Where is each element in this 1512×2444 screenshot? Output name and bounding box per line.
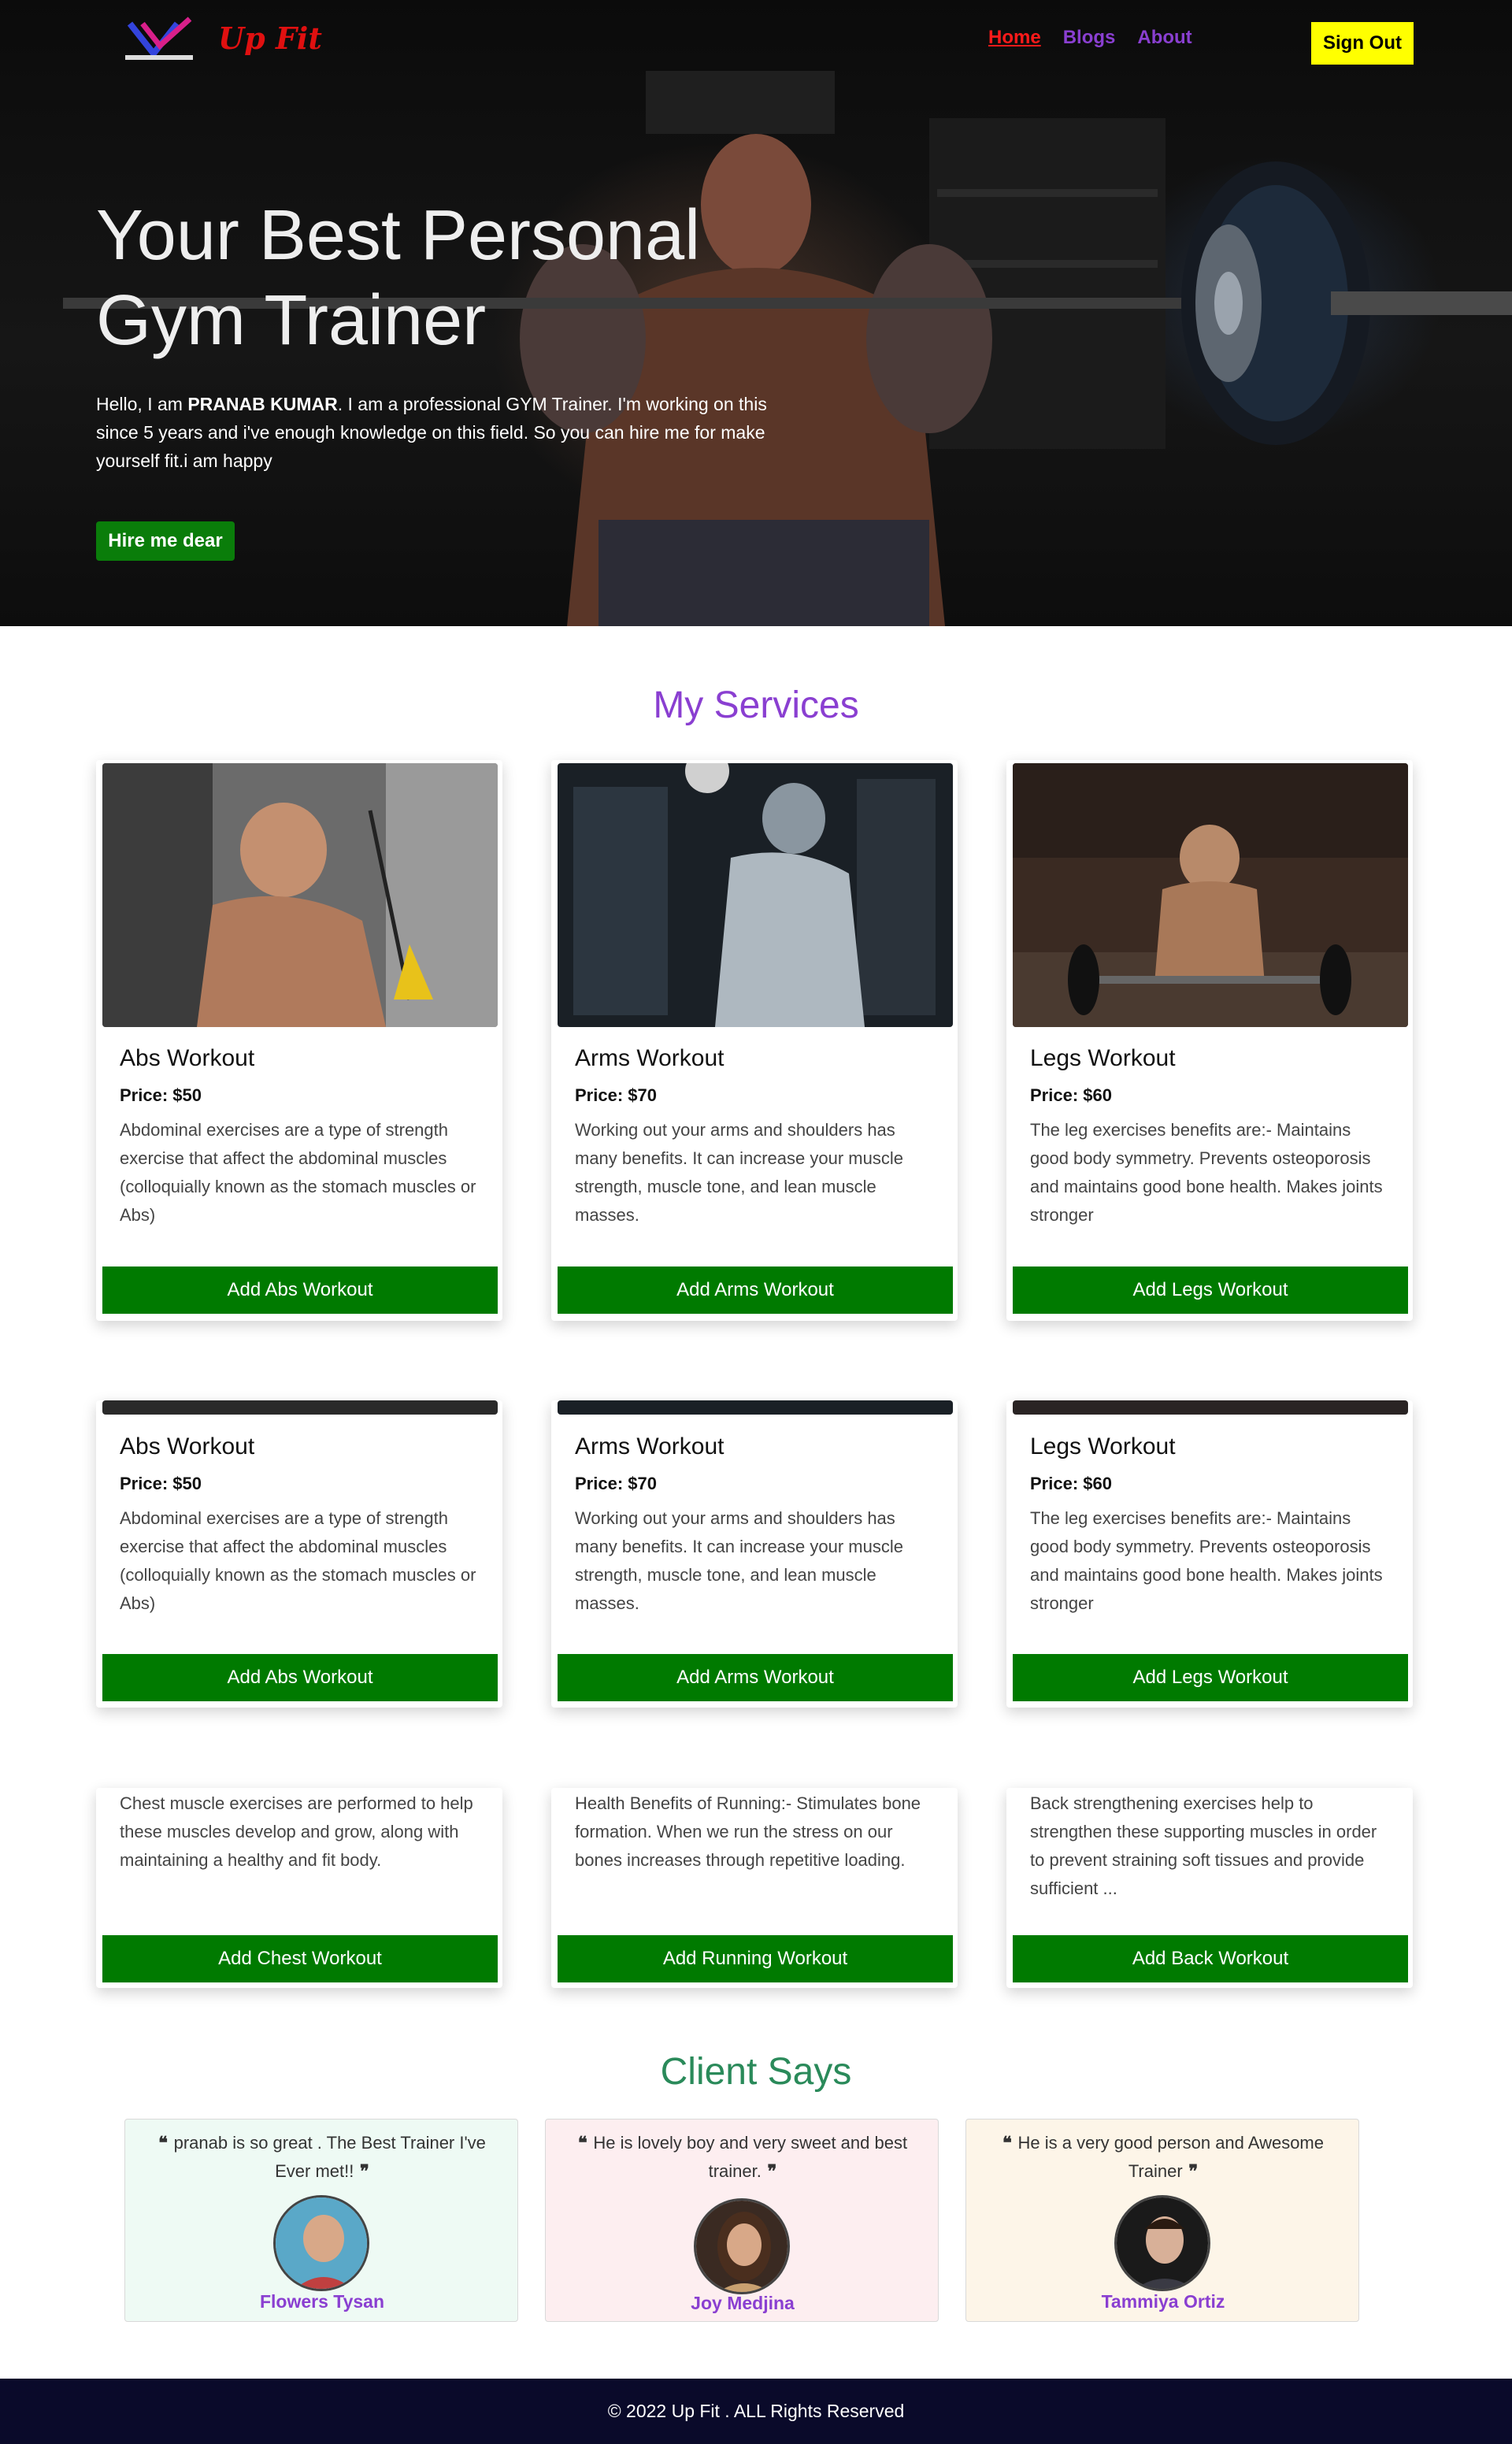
service-description: Abdominal exercises are a type of streng… bbox=[120, 1120, 476, 1225]
services-title: My Services bbox=[653, 684, 859, 726]
service-card-abs: Abs Workout Price: $50 Abdominal exercis… bbox=[96, 760, 502, 1321]
service-price: Price: $50 bbox=[120, 1474, 202, 1493]
service-card-arms-2: Arms Workout Price: $70 Working out your… bbox=[551, 1400, 958, 1708]
hero-intro-prefix: Hello, I am bbox=[96, 394, 188, 414]
abs-workout-image bbox=[102, 763, 498, 1027]
hero-title-line-1: Your Best Personal bbox=[96, 196, 701, 275]
service-description: Working out your arms and shoulders has … bbox=[575, 1508, 903, 1613]
copyright-text: © 2022 Up Fit . ALL Rights Reserved bbox=[607, 2401, 905, 2421]
client-name: Tammiya Ortiz bbox=[1101, 2291, 1225, 2312]
top-navbar: Up Fit Home Blogs About Sign Out bbox=[0, 0, 1512, 79]
service-price: Price: $60 bbox=[1030, 1085, 1112, 1105]
open-quote-icon: ❝ bbox=[577, 2133, 594, 2153]
add-back-workout-button[interactable]: Add Back Workout bbox=[1013, 1935, 1408, 1982]
nav-link-about[interactable]: About bbox=[1137, 27, 1191, 49]
hero-section: Up Fit Home Blogs About Sign Out Your Be… bbox=[0, 0, 1512, 626]
add-arms-workout-button[interactable]: Add Arms Workout bbox=[558, 1267, 953, 1314]
hero-intro-text: Hello, I am PRANAB KUMAR. I am a profess… bbox=[96, 390, 773, 475]
add-chest-workout-button[interactable]: Add Chest Workout bbox=[102, 1935, 498, 1982]
avatar bbox=[694, 2198, 790, 2294]
legs-workout-image bbox=[1013, 763, 1408, 1027]
testimonial-card: ❝ pranab is so great . The Best Trainer … bbox=[124, 2119, 518, 2322]
testimonial-quote-text: pranab is so great . The Best Trainer I'… bbox=[173, 2133, 486, 2181]
testimonial-quote-text: He is lovely boy and very sweet and best… bbox=[593, 2133, 908, 2181]
service-card-chest: Chest muscle exercises are performed to … bbox=[96, 1788, 502, 1988]
client-says-title: Client Says bbox=[660, 2051, 852, 2093]
service-title: Arms Workout bbox=[575, 1433, 724, 1459]
service-price: Price: $70 bbox=[575, 1085, 657, 1105]
dumbbell-logo-icon bbox=[125, 17, 193, 60]
add-running-workout-button[interactable]: Add Running Workout bbox=[558, 1935, 953, 1982]
service-title: Abs Workout bbox=[120, 1433, 255, 1459]
testimonial-quote: ❝ He is lovely boy and very sweet and be… bbox=[561, 2129, 924, 2186]
footer: © 2022 Up Fit . ALL Rights Reserved bbox=[0, 2379, 1512, 2444]
service-description: Health Benefits of Running:- Stimulates … bbox=[575, 1793, 921, 1870]
nav-link-home[interactable]: Home bbox=[988, 27, 1041, 49]
service-card-arms: Arms Workout Price: $70 Working out your… bbox=[551, 760, 958, 1321]
add-legs-workout-button[interactable]: Add Legs Workout bbox=[1013, 1654, 1408, 1701]
arms-workout-image bbox=[558, 1400, 953, 1415]
service-description: Back strengthening exercises help to str… bbox=[1030, 1793, 1377, 1898]
add-arms-workout-button[interactable]: Add Arms Workout bbox=[558, 1654, 953, 1701]
close-quote-icon: ❞ bbox=[354, 2161, 369, 2182]
hire-me-button[interactable]: Hire me dear bbox=[96, 521, 235, 561]
arms-workout-image bbox=[558, 763, 953, 1027]
testimonial-quote-text: He is a very good person and Awesome Tra… bbox=[1017, 2133, 1325, 2181]
service-card-abs-2: Abs Workout Price: $50 Abdominal exercis… bbox=[96, 1400, 502, 1708]
nav-link-blogs[interactable]: Blogs bbox=[1063, 27, 1116, 49]
brand-name: Up Fit bbox=[218, 20, 322, 56]
service-description: The leg exercises benefits are:- Maintai… bbox=[1030, 1508, 1383, 1613]
add-abs-workout-button[interactable]: Add Abs Workout bbox=[102, 1654, 498, 1701]
service-description: Working out your arms and shoulders has … bbox=[575, 1120, 903, 1225]
service-title: Legs Workout bbox=[1030, 1433, 1176, 1459]
avatar bbox=[1114, 2195, 1210, 2291]
testimonial-quote: ❝ pranab is so great . The Best Trainer … bbox=[141, 2129, 503, 2186]
service-card-legs: Legs Workout Price: $60 The leg exercise… bbox=[1006, 760, 1413, 1321]
service-description: Chest muscle exercises are performed to … bbox=[120, 1793, 473, 1870]
testimonial-card: ❝ He is lovely boy and very sweet and be… bbox=[545, 2119, 939, 2322]
add-abs-workout-button[interactable]: Add Abs Workout bbox=[102, 1267, 498, 1314]
service-description: Abdominal exercises are a type of streng… bbox=[120, 1508, 476, 1613]
close-quote-icon: ❞ bbox=[761, 2161, 777, 2182]
hero-title: Your Best Personal Gym Trainer bbox=[96, 193, 726, 363]
testimonial-card: ❝ He is a very good person and Awesome T… bbox=[965, 2119, 1359, 2322]
service-title: Legs Workout bbox=[1030, 1045, 1176, 1071]
service-title: Arms Workout bbox=[575, 1045, 724, 1071]
close-quote-icon: ❞ bbox=[1182, 2161, 1199, 2182]
client-name: Joy Medjina bbox=[691, 2293, 795, 2313]
add-legs-workout-button[interactable]: Add Legs Workout bbox=[1013, 1267, 1408, 1314]
brand-logo[interactable]: Up Fit bbox=[122, 14, 322, 61]
sign-out-button[interactable]: Sign Out bbox=[1311, 22, 1414, 65]
client-name: Flowers Tysan bbox=[259, 2291, 385, 2312]
service-description: The leg exercises benefits are:- Maintai… bbox=[1030, 1120, 1383, 1225]
testimonial-quote: ❝ He is a very good person and Awesome T… bbox=[982, 2129, 1344, 2186]
service-price: Price: $70 bbox=[575, 1474, 657, 1493]
service-card-back: Back strengthening exercises help to str… bbox=[1006, 1788, 1413, 1988]
service-title: Abs Workout bbox=[120, 1045, 255, 1071]
legs-workout-image bbox=[1013, 1400, 1408, 1415]
open-quote-icon: ❝ bbox=[158, 2133, 174, 2153]
avatar bbox=[273, 2195, 369, 2291]
nav-links: Home Blogs About bbox=[988, 27, 1192, 49]
service-card-running: Health Benefits of Running:- Stimulates … bbox=[551, 1788, 958, 1988]
service-card-legs-2: Legs Workout Price: $60 The leg exercise… bbox=[1006, 1400, 1413, 1708]
open-quote-icon: ❝ bbox=[1002, 2133, 1018, 2153]
abs-workout-image bbox=[102, 1400, 498, 1415]
trainer-name: PRANAB KUMAR bbox=[187, 394, 338, 414]
hero-title-line-2: Gym Trainer bbox=[96, 281, 487, 360]
service-price: Price: $60 bbox=[1030, 1474, 1112, 1493]
service-price: Price: $50 bbox=[120, 1085, 202, 1105]
